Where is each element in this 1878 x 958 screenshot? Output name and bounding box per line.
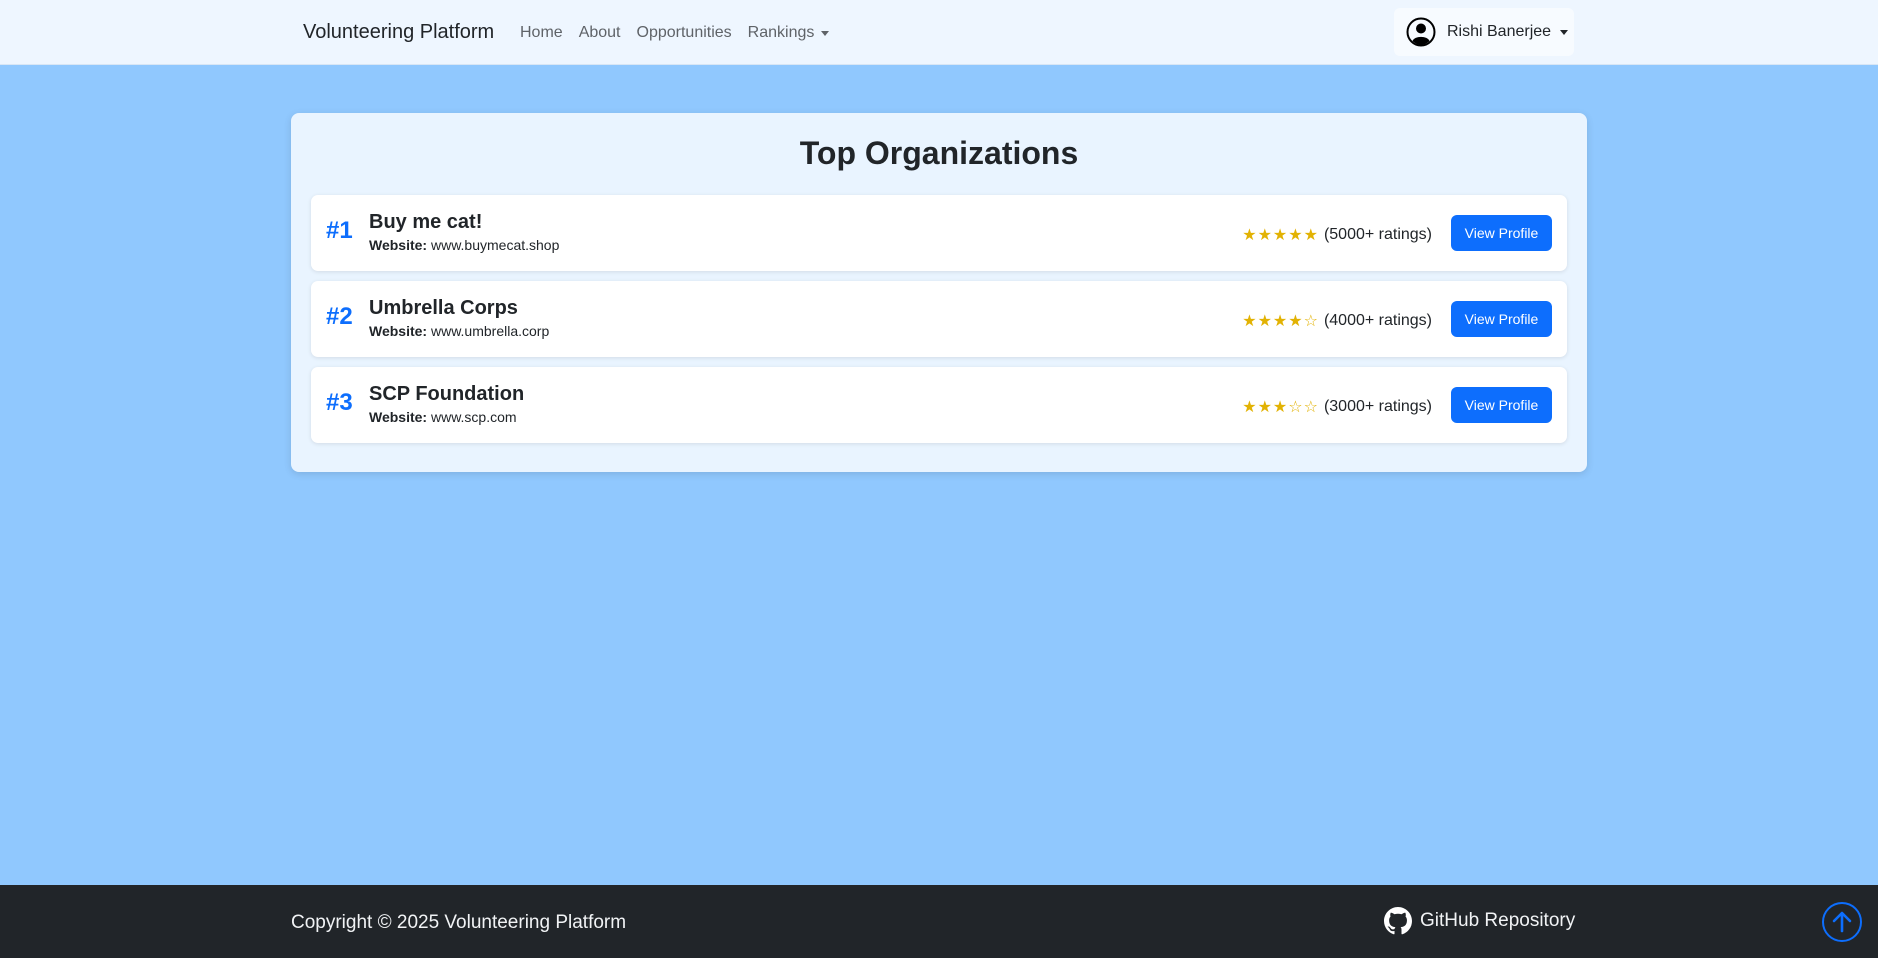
star-rating-icon: ★★★★☆: [1242, 313, 1319, 330]
nav-link-rankings[interactable]: Rankings: [748, 24, 830, 42]
rank-number: #2: [326, 303, 353, 330]
copyright-text: Copyright © 2025 Volunteering Platform: [291, 912, 627, 933]
view-profile-button[interactable]: View Profile: [1451, 301, 1552, 337]
organization-website: Website: www.umbrella.corp: [369, 323, 549, 339]
chevron-down-icon: [1560, 29, 1569, 35]
github-link-label: GitHub Repository: [1420, 910, 1576, 931]
organization-name: Buy me cat!: [369, 211, 483, 233]
navbar-brand[interactable]: Volunteering Platform: [303, 21, 494, 44]
user-menu-toggle[interactable]: Rishi Banerjee: [1394, 8, 1574, 56]
rating: ★★★☆☆ (3000+ ratings): [1242, 397, 1432, 417]
organization-row: #3 SCP Foundation Website: www.scp.com ★…: [311, 367, 1567, 443]
github-icon: [1384, 907, 1412, 935]
chevron-down-icon: [821, 30, 830, 36]
arrow-up-icon: [1832, 911, 1852, 933]
scroll-to-top-button[interactable]: [1822, 902, 1862, 942]
star-rating-icon: ★★★☆☆: [1242, 399, 1319, 416]
view-profile-button[interactable]: View Profile: [1451, 387, 1552, 423]
ratings-count: (5000+ ratings): [1323, 226, 1432, 243]
website-label: Website:: [369, 323, 428, 339]
nav-link-opportunities[interactable]: Opportunities: [637, 24, 732, 42]
rank-number: #3: [326, 389, 353, 416]
nav-links: Home About Opportunities Rankings: [520, 24, 845, 42]
organization-name: Umbrella Corps: [369, 297, 518, 319]
website-label: Website:: [369, 409, 428, 425]
footer: Copyright © 2025 Volunteering Platform G…: [0, 885, 1878, 958]
website-label: Website:: [369, 237, 428, 253]
rating: ★★★★★ (5000+ ratings): [1242, 225, 1432, 245]
organization-name: SCP Foundation: [369, 383, 525, 405]
navbar: Volunteering Platform Home About Opportu…: [0, 0, 1878, 65]
view-profile-button[interactable]: View Profile: [1451, 215, 1552, 251]
user-name: Rishi Banerjee: [1447, 23, 1552, 40]
ratings-count: (4000+ ratings): [1323, 312, 1432, 329]
nav-link-about[interactable]: About: [579, 24, 621, 42]
nav-link-home[interactable]: Home: [520, 24, 563, 42]
organization-website: Website: www.buymecat.shop: [369, 237, 559, 253]
star-rating-icon: ★★★★★: [1242, 227, 1319, 244]
rating: ★★★★☆ (4000+ ratings): [1242, 311, 1432, 331]
user-circle-icon: [1406, 17, 1436, 47]
website-value: www.scp.com: [430, 409, 517, 425]
page-title: Top Organizations: [799, 135, 1079, 171]
website-value: www.buymecat.shop: [430, 237, 560, 253]
website-value: www.umbrella.corp: [430, 323, 550, 339]
organization-row: #2 Umbrella Corps Website: www.umbrella.…: [311, 281, 1567, 357]
top-organizations-card: Top Organizations #1 Buy me cat! Website…: [291, 113, 1587, 472]
organization-row: #1 Buy me cat! Website: www.buymecat.sho…: [311, 195, 1567, 271]
ratings-count: (3000+ ratings): [1323, 398, 1432, 415]
nav-link-rankings-label: Rankings: [747, 24, 815, 41]
github-repository-link[interactable]: GitHub Repository: [1384, 907, 1575, 935]
organization-website: Website: www.scp.com: [369, 409, 517, 425]
rank-number: #1: [326, 217, 353, 244]
